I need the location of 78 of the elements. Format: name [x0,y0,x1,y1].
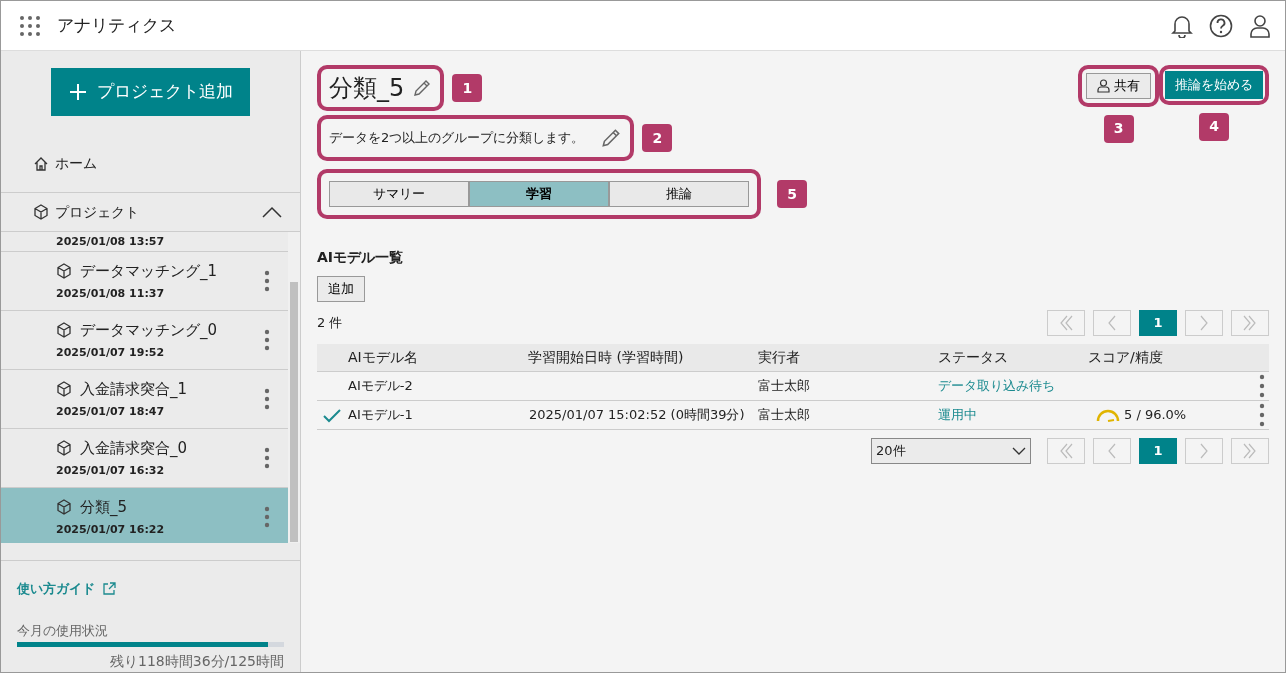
project-date: 2025/01/08 13:57 [56,236,165,248]
column-header: スコア/精度 [1088,348,1163,365]
share-button[interactable]: 共有 [1086,73,1151,99]
home-nav-item[interactable]: ホーム [1,135,300,193]
project-title: 分類_5 [329,73,405,104]
project-date: 2025/01/07 16:22 [56,522,165,539]
project-date: 2025/01/07 16:32 [56,463,166,480]
more-options-icon[interactable] [1259,403,1266,427]
page-number-button[interactable]: 1 [1139,438,1177,464]
callout-number: 2 [642,124,673,152]
callout-number: 5 [777,180,807,208]
cube-icon [33,204,49,221]
model-status: 運用中 [938,407,977,423]
project-name: 入金請求突合_0 [80,437,188,459]
executor-name: 富士太郎 [758,378,810,394]
more-options-icon[interactable] [1259,374,1266,398]
column-header: ステータス [938,348,1008,365]
project-date: 2025/01/08 11:37 [56,286,166,303]
column-header: 学習開始日時 (学習時間) [528,348,684,365]
project-description: データを2つ以上のグループに分類します。 [329,129,585,148]
chevron-down-icon [1012,447,1026,455]
project-name: 入金請求突合_1 [80,378,188,400]
collapse-chevron-icon[interactable] [262,206,282,219]
cube-icon [56,263,72,280]
project-date: 2025/01/07 18:47 [56,404,166,421]
add-project-button[interactable]: プロジェクト追加 [51,68,250,116]
tab[interactable]: 学習 [469,181,609,207]
home-icon [33,155,49,172]
project-date: 2025/01/07 19:52 [56,345,166,362]
help-icon[interactable] [1209,13,1233,38]
more-options-icon[interactable] [264,388,270,411]
external-link-icon [103,582,116,596]
start-inference-button[interactable]: 推論を始める [1165,71,1263,99]
project-name: データマッチング_1 [80,260,218,282]
column-header: AIモデル名 [348,348,418,365]
project-name: データマッチング_0 [80,319,218,341]
cube-icon [56,381,72,398]
checkmark-icon [323,408,341,423]
section-title: AIモデル一覧 [317,248,405,267]
project-name: 分類_5 [80,496,128,518]
projects-label: プロジェクト [55,202,139,222]
add-model-button[interactable]: 追加 [317,276,365,302]
page-size-dropdown[interactable]: 20件 [871,438,1031,464]
callout-number: 1 [452,74,483,102]
page-number-button[interactable]: 1 [1139,309,1177,336]
callout-number: 3 [1103,114,1134,143]
score-value: 5 / 96.0% [1124,406,1187,425]
model-name: AIモデル-1 [348,407,413,423]
user-icon [1097,78,1110,93]
usage-label: 今月の使用状況 [17,621,109,640]
gauge-icon [1096,408,1120,422]
guide-link[interactable]: 使い方ガイド [17,579,116,599]
project-list-item[interactable]: 分類_5 2025/01/07 16:22 [1,488,288,543]
page-size-value: 20件 [876,442,906,461]
tab[interactable]: 推論 [609,181,749,207]
scrollbar[interactable] [288,232,300,543]
notification-bell-icon[interactable] [1171,13,1193,38]
plus-icon [68,82,87,101]
more-options-icon[interactable] [264,329,270,352]
start-time: 2025/01/07 15:02:52 (0時間39分) [529,407,745,423]
user-icon[interactable] [1249,13,1271,38]
model-name: AIモデル-2 [348,378,413,394]
app-grid-icon[interactable] [19,14,41,37]
column-header: 実行者 [758,348,800,365]
more-options-icon[interactable] [264,447,270,470]
more-options-icon[interactable] [264,506,270,529]
model-status: データ取り込み待ち [938,378,1055,394]
more-options-icon[interactable] [264,270,270,293]
app-title: アナリティクス [57,13,176,37]
executor-name: 富士太郎 [758,407,810,423]
usage-reading: 残り118時間36分/125時間 [109,652,284,671]
cube-icon [56,440,72,457]
cube-icon [56,499,72,516]
cube-icon [56,322,72,339]
callout-number: 4 [1199,112,1229,141]
tab[interactable]: サマリー [329,181,469,207]
edit-pencil-icon[interactable] [600,127,623,149]
result-count: 2 件 [317,313,343,332]
